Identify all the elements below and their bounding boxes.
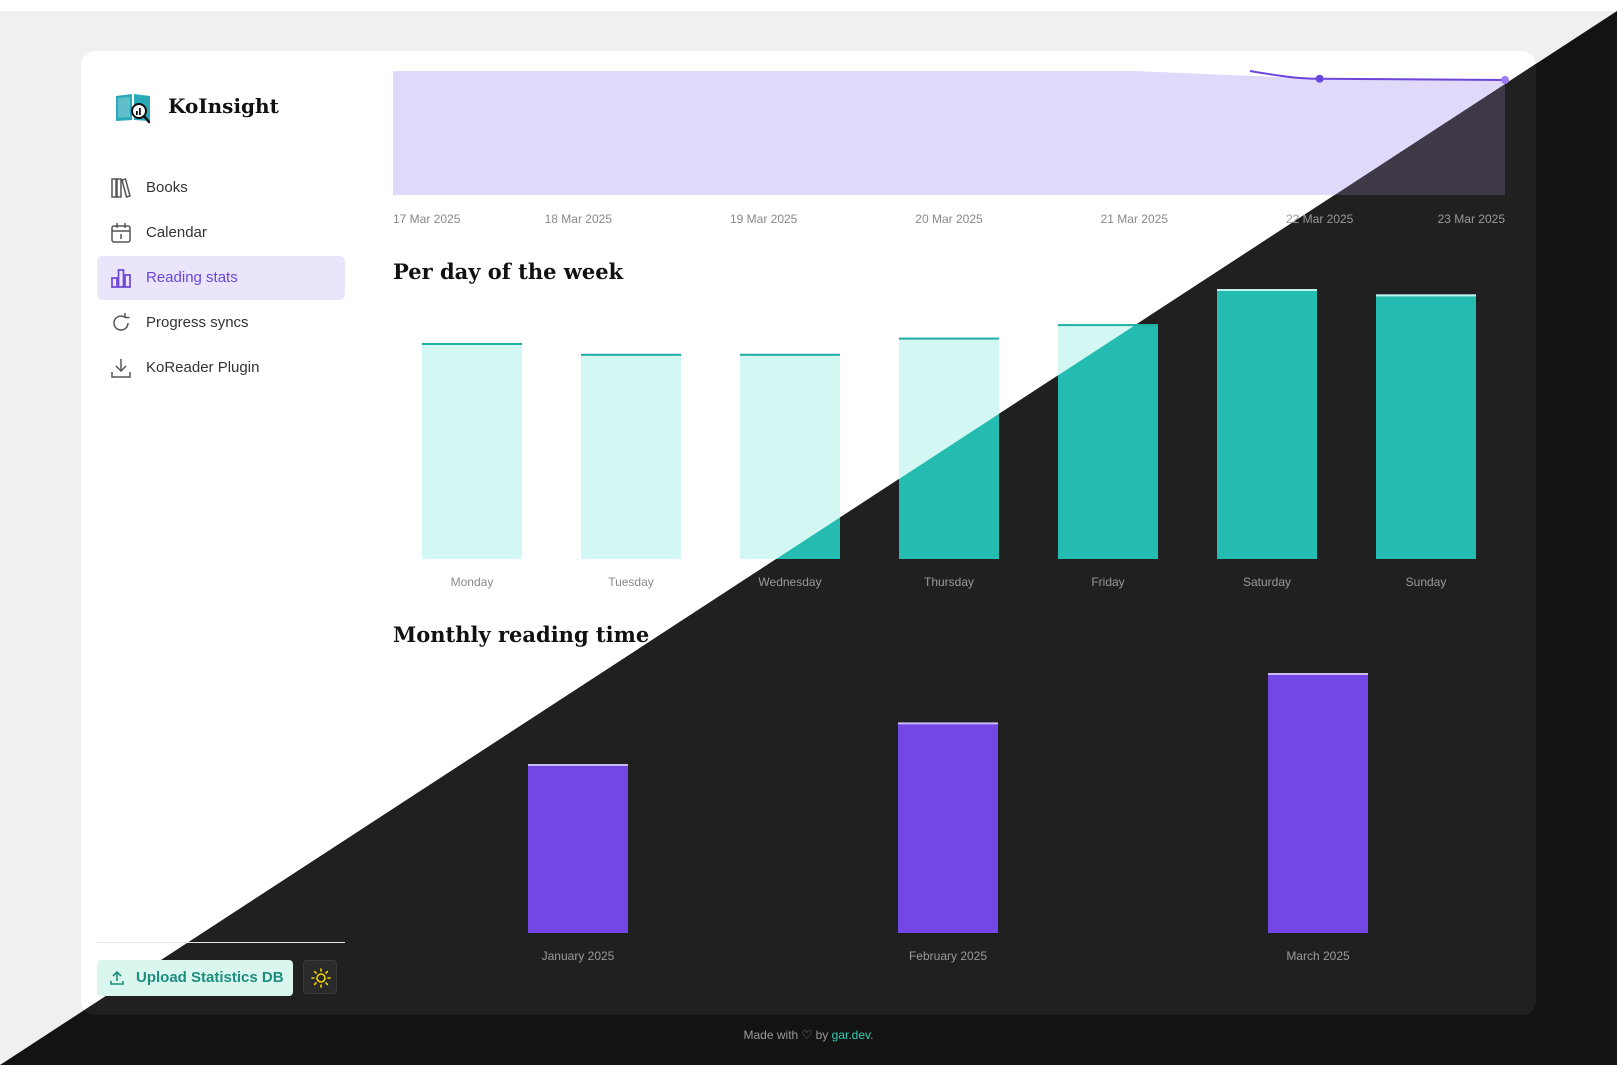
footer-suffix: . — [870, 1028, 874, 1042]
bar-per-day-dark — [1376, 294, 1476, 559]
bar-per-day-label: Tuesday — [608, 575, 654, 589]
bar-per-day-label: Thursday — [924, 575, 974, 589]
bar-per-day-dark — [1217, 289, 1317, 559]
bar-per-day-top — [422, 343, 522, 345]
bar-per-day-top — [1217, 289, 1317, 291]
bar-monthly-top — [1268, 673, 1368, 675]
footer: Made with ♡ by gar.dev. — [0, 1028, 1617, 1042]
bar-monthly-label: March 2025 — [1286, 949, 1350, 963]
area-x-tick-label: 22 Mar 2025 — [1286, 212, 1354, 226]
bar-per-day-top — [740, 353, 840, 356]
bar-per-day — [581, 353, 681, 559]
area-x-tick-label: 20 Mar 2025 — [915, 212, 983, 226]
bar-monthly — [528, 764, 628, 933]
bar-monthly — [898, 722, 998, 933]
bar-per-day-label: Sunday — [1406, 575, 1447, 589]
footer-link[interactable]: gar.dev — [832, 1028, 870, 1042]
area-x-tick-label: 17 Mar 2025 — [393, 212, 461, 226]
bar-per-day-label: Monday — [451, 575, 494, 589]
bar-per-day-top — [899, 337, 999, 340]
footer-prefix: Made with ♡ by — [743, 1028, 832, 1042]
bar-monthly-label: February 2025 — [909, 949, 987, 963]
bar-monthly-top — [898, 722, 998, 725]
bar-monthly-top — [528, 764, 628, 766]
bar-per-day-top — [1376, 294, 1476, 297]
bar-per-day-label: Wednesday — [758, 575, 821, 589]
area-x-tick-label: 18 Mar 2025 — [545, 212, 613, 226]
area-point — [1501, 76, 1509, 84]
area-fill — [393, 71, 1505, 195]
bar-per-day-top — [581, 353, 681, 356]
bar-per-day-label: Saturday — [1243, 575, 1291, 589]
bar-per-day — [422, 343, 522, 559]
area-x-tick-label: 23 Mar 2025 — [1438, 212, 1506, 226]
area-x-tick-label: 19 Mar 2025 — [730, 212, 798, 226]
charts-canvas: 17 Mar 2025 18 Mar 2025 19 Mar 2025 20 Mar … — [393, 70, 1509, 963]
bar-monthly — [1268, 673, 1368, 933]
area-point — [1315, 74, 1324, 83]
bar-monthly-label: January 2025 — [542, 949, 615, 963]
area-x-tick-label: 21 Mar 2025 — [1101, 212, 1169, 226]
bar-per-day-label: Friday — [1091, 575, 1124, 589]
bar-per-day-top — [1058, 324, 1158, 327]
